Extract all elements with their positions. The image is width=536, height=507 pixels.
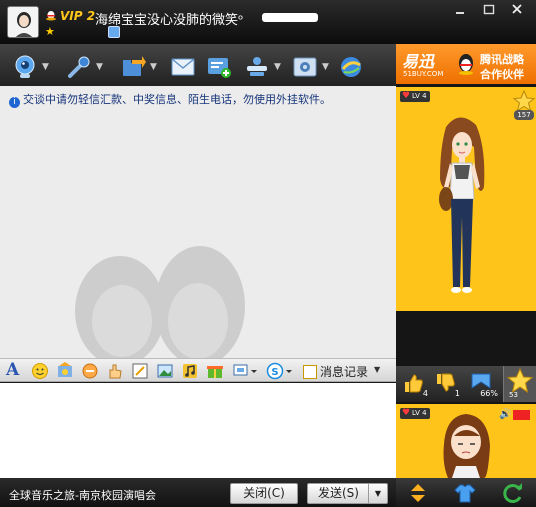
avatar[interactable] — [7, 6, 39, 38]
avatar-character-girl-small — [443, 414, 490, 478]
info-icon: i — [9, 97, 20, 108]
maximize-button[interactable] — [477, 2, 501, 18]
hidden-account-number — [262, 13, 318, 22]
vip-badge[interactable]: VIP 2 — [60, 9, 95, 23]
chat-history[interactable]: i 交谈中请勿轻信汇款、中奖信息、陌生电话，勿使用外挂软件。 — [0, 86, 396, 358]
close-button[interactable]: 关闭(C) — [230, 483, 298, 504]
magic-expression-icon[interactable] — [56, 362, 74, 380]
voice-call-button[interactable]: ▼ — [66, 52, 108, 82]
voice-call-icon — [66, 54, 92, 80]
security-notice-text: 交谈中请勿轻信汇款、中奖信息、陌生电话，勿使用外挂软件。 — [23, 93, 331, 106]
font-button[interactable]: A — [6, 360, 22, 380]
send-options-dropdown[interactable]: ▼ — [368, 483, 388, 504]
contact-qq-show[interactable]: ♥ LV 4 157 — [396, 87, 536, 311]
video-call-icon — [12, 54, 38, 80]
svg-text:S: S — [271, 367, 278, 378]
chevron-down-icon[interactable]: ▼ — [274, 62, 281, 72]
hand-gesture-icon[interactable] — [106, 362, 124, 380]
chat-window: VIP 2 ★ 海绵宝宝没心没肺的微笑ᵒ ▼ ▼ ▼ ▼ ▼ i 交谈中请勿轻信… — [0, 0, 536, 507]
qq-penguin-icon — [456, 53, 476, 75]
payment-icon[interactable]: S — [266, 362, 294, 380]
music-icon[interactable] — [181, 362, 199, 380]
security-notice: i 交谈中请勿轻信汇款、中奖信息、陌生电话，勿使用外挂软件。 — [9, 91, 331, 108]
ad-logo: 易迅 — [402, 52, 435, 71]
avatar-character-girl — [439, 117, 485, 293]
app-settings-icon — [292, 54, 318, 80]
favorite-star-button[interactable] — [503, 366, 536, 402]
dislike-count: 1 — [454, 389, 460, 398]
favorite-count: 53 — [509, 391, 518, 399]
message-history-button[interactable]: 消息记录 — [303, 363, 368, 380]
send-email-button[interactable] — [170, 52, 198, 82]
thumbs-up-icon — [405, 374, 423, 393]
history-label: 消息记录 — [320, 365, 369, 379]
title-bar[interactable]: VIP 2 ★ 海绵宝宝没心没肺的微笑ᵒ — [0, 0, 536, 44]
ad-logo-subtitle: 51BUY.COM — [403, 70, 444, 78]
ad-text-line1: 腾讯战略 — [480, 53, 524, 66]
gift-icon[interactable] — [206, 362, 224, 380]
history-icon — [303, 365, 317, 379]
share-button[interactable]: 66% — [468, 372, 498, 398]
ad-banner[interactable]: 易迅 51BUY.COM 腾讯战略 合作伙伴 — [396, 44, 536, 84]
qq-penguin-icon — [44, 7, 58, 21]
close-window-button[interactable] — [505, 2, 529, 18]
percent-value: 66% — [480, 389, 498, 398]
right-panel: 易迅 51BUY.COM 腾讯战略 合作伙伴 ♥ LV 4 157 4 1 66… — [396, 44, 536, 507]
music-ticker[interactable]: 全球音乐之旅-南京校园演唱会 — [9, 487, 156, 503]
create-group-icon — [206, 54, 232, 80]
dislike-button[interactable]: 1 — [434, 372, 460, 398]
chevron-down-icon[interactable]: ▼ — [374, 365, 380, 374]
like-count: 4 — [422, 389, 428, 398]
main-toolbar: ▼ ▼ ▼ ▼ ▼ — [0, 44, 396, 90]
app-settings-button[interactable]: ▼ — [292, 52, 334, 82]
ad-text-line2: 合作伙伴 — [480, 68, 524, 81]
adjust-arrows-icon[interactable] — [407, 482, 429, 504]
send-button[interactable]: 发送(S) — [307, 483, 369, 504]
chevron-down-icon[interactable]: ▼ — [150, 62, 157, 72]
chat-background-image — [40, 226, 290, 358]
mood-signature-icon[interactable] — [108, 26, 120, 38]
change-outfit-icon[interactable] — [454, 482, 476, 504]
screen-capture-icon[interactable] — [232, 362, 258, 380]
video-call-button[interactable]: ▼ — [12, 52, 54, 82]
rich-text-icon[interactable] — [131, 362, 149, 380]
send-email-icon — [170, 54, 196, 80]
remote-assist-icon — [244, 54, 270, 80]
chevron-down-icon[interactable]: ▼ — [96, 62, 103, 72]
bottom-bar: 全球音乐之旅-南京校园演唱会 关闭(C) 发送(S) ▼ — [0, 478, 396, 507]
like-button[interactable]: 4 — [402, 372, 428, 398]
star-icon — [506, 367, 534, 394]
input-toolbar: A S 消息记录 ▼ — [0, 358, 396, 382]
send-file-icon — [120, 54, 146, 80]
show-control-bar — [396, 478, 536, 507]
emoji-icon[interactable] — [31, 362, 49, 380]
message-input[interactable] — [0, 383, 396, 478]
shake-window-icon[interactable] — [81, 362, 99, 380]
show-action-bar: 4 1 66% 53 — [396, 366, 536, 402]
my-qq-show[interactable]: ♥ LV 4 🔊 — [396, 404, 536, 478]
send-file-button[interactable]: ▼ — [120, 52, 162, 82]
create-group-button[interactable] — [206, 52, 234, 82]
browser-icon — [338, 54, 364, 80]
remote-assist-button[interactable]: ▼ — [244, 52, 286, 82]
minimize-button[interactable] — [448, 2, 472, 18]
chevron-down-icon[interactable]: ▼ — [322, 62, 329, 72]
refresh-icon[interactable] — [502, 482, 524, 504]
chevron-down-icon[interactable]: ▼ — [42, 62, 49, 72]
star-badge-icon[interactable]: ★ — [45, 26, 57, 38]
thumbs-down-icon — [437, 373, 455, 392]
browser-button[interactable] — [338, 52, 366, 82]
image-icon[interactable] — [156, 362, 174, 380]
